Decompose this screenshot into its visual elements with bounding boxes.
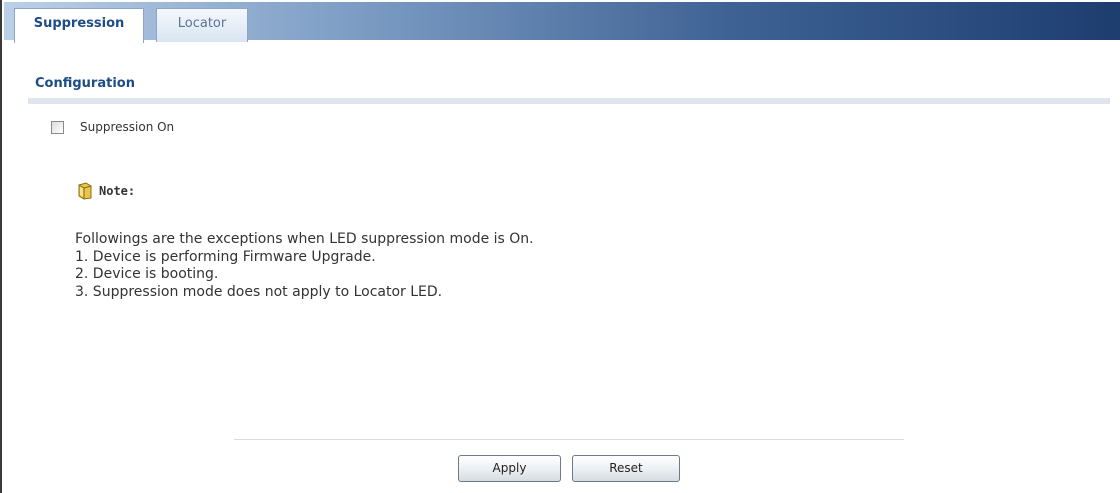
suppression-on-row: Suppression On: [51, 120, 174, 134]
tab-bar: Suppression Locator: [4, 2, 1120, 43]
note-body: Followings are the exceptions when LED s…: [75, 231, 534, 301]
apply-button[interactable]: Apply: [458, 455, 561, 482]
note-line: 3. Suppression mode does not apply to Lo…: [75, 283, 443, 300]
section-divider: [28, 98, 1110, 104]
tab-locator[interactable]: Locator: [156, 8, 248, 42]
note-line: 1. Device is performing Firmware Upgrade…: [75, 248, 376, 265]
footer-divider: [234, 439, 904, 440]
note-line: Followings are the exceptions when LED s…: [75, 231, 534, 247]
note-line: 2. Device is booting.: [75, 266, 219, 282]
suppression-on-checkbox[interactable]: [51, 120, 64, 134]
suppression-on-label: Suppression On: [80, 120, 175, 134]
configuration-title: Configuration: [35, 76, 135, 91]
note-icon: [76, 182, 94, 200]
note-header: Note:: [76, 182, 135, 200]
tab-suppression[interactable]: Suppression: [14, 8, 144, 43]
note-label: Note:: [99, 184, 136, 198]
main-panel: Suppression Locator Configuration Suppre…: [0, 0, 1120, 493]
reset-button[interactable]: Reset: [572, 455, 680, 482]
